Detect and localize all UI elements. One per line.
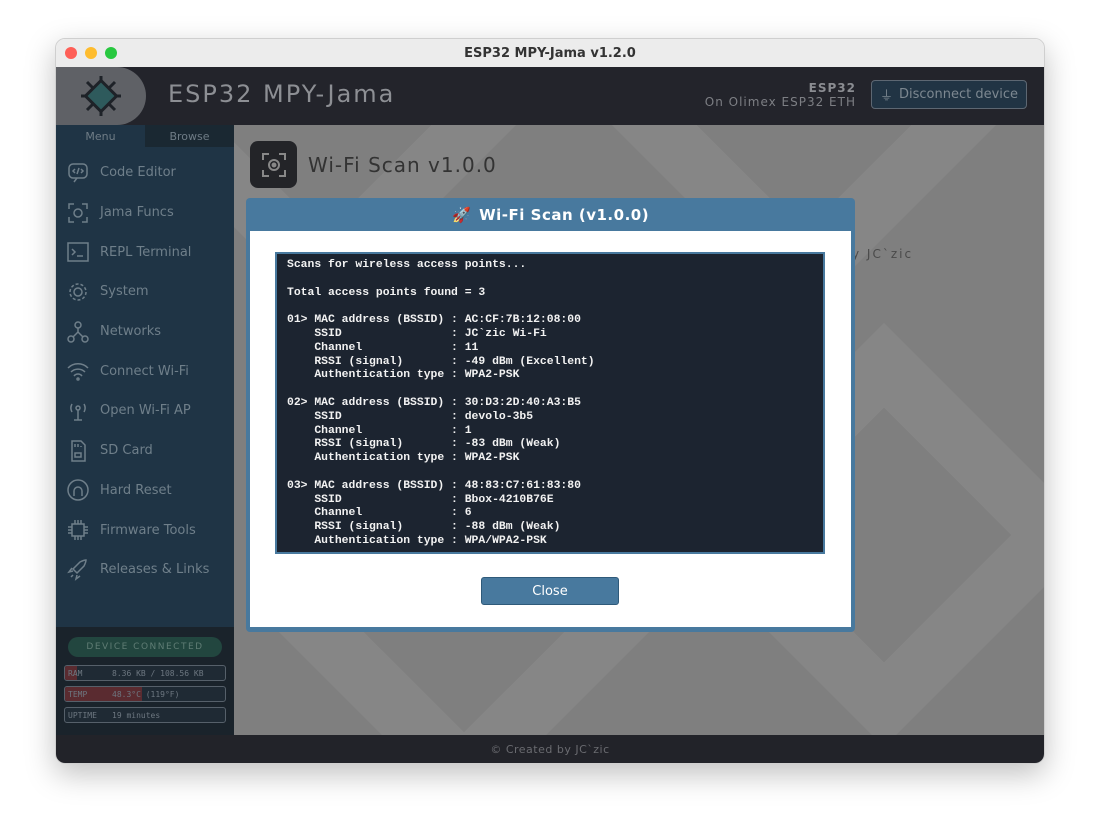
terminal-icon xyxy=(67,242,89,262)
sidebar-item-connect-wi-fi[interactable]: Connect Wi-Fi xyxy=(56,351,234,391)
app-title: ESP32 MPY-Jama xyxy=(168,80,396,108)
sidebar-item-label: Releases & Links xyxy=(100,562,210,578)
wifi-icon xyxy=(67,363,89,382)
usb-plug-icon: ⏚ xyxy=(879,89,893,104)
sidebar-item-system[interactable]: System xyxy=(56,272,234,312)
sidebar: Menu Browse Code Editor Jama Funcs REPL Ter… xyxy=(56,125,234,735)
rocket-icon: 🚀 xyxy=(451,205,472,224)
sidebar-item-repl-terminal[interactable]: REPL Terminal xyxy=(56,232,234,272)
sidebar-item-sd-card[interactable]: SD Card xyxy=(56,431,234,471)
sidebar-item-label: SD Card xyxy=(100,443,153,459)
target-icon xyxy=(250,141,297,188)
device-info: ESP32 On Olimex ESP32 ETH xyxy=(704,81,856,109)
sidebar-item-label: Open Wi-Fi AP xyxy=(100,403,191,419)
uptime-bar: UPTIME 19 minutes xyxy=(64,707,226,723)
power-icon xyxy=(67,479,89,502)
code-icon xyxy=(68,163,88,183)
sidebar-item-label: Firmware Tools xyxy=(100,522,196,538)
sidebar-item-label: Hard Reset xyxy=(100,482,172,498)
wifi-scan-dialog: 🚀 Wi-Fi Scan (v1.0.0) Scans for wireless … xyxy=(246,198,855,632)
sd-card-icon xyxy=(71,439,86,462)
minimize-window-button[interactable] xyxy=(85,47,97,59)
sidebar-item-networks[interactable]: Networks xyxy=(56,312,234,352)
tab-browse[interactable]: Browse xyxy=(145,125,234,147)
sidebar-item-releases-links[interactable]: Releases & Links xyxy=(56,550,234,590)
sidebar-item-jama-funcs[interactable]: Jama Funcs xyxy=(56,193,234,233)
scan-output: Scans for wireless access points... Tota… xyxy=(275,252,825,554)
gear-icon xyxy=(69,283,87,301)
zoom-window-button[interactable] xyxy=(105,47,117,59)
dialog-title: Wi-Fi Scan (v1.0.0) xyxy=(479,205,650,224)
close-window-button[interactable] xyxy=(65,47,77,59)
page-title: Wi-Fi Scan v1.0.0 xyxy=(308,153,497,177)
sidebar-item-hard-reset[interactable]: Hard Reset xyxy=(56,471,234,511)
target-icon xyxy=(68,202,88,223)
device-connected-badge: DEVICE CONNECTED xyxy=(68,637,222,657)
device-status-panel: DEVICE CONNECTED RAM 8.36 KB / 108.56 KB … xyxy=(56,627,234,735)
network-icon xyxy=(67,320,89,343)
disconnect-device-button[interactable]: ⏚ Disconnect device xyxy=(871,80,1027,109)
sidebar-item-firmware-tools[interactable]: Firmware Tools xyxy=(56,510,234,550)
title-bar: ESP32 MPY-Jama v1.2.0 xyxy=(56,39,1044,67)
ram-usage-bar: RAM 8.36 KB / 108.56 KB xyxy=(64,665,226,681)
sidebar-item-label: Networks xyxy=(100,324,162,340)
app-header: ESP32 MPY-Jama ESP32 On Olimex ESP32 ETH … xyxy=(56,67,1044,125)
sidebar-item-open-wi-fi-ap[interactable]: Open Wi-Fi AP xyxy=(56,391,234,431)
window-title: ESP32 MPY-Jama v1.2.0 xyxy=(464,45,636,61)
tab-menu[interactable]: Menu xyxy=(56,125,145,147)
sidebar-item-label: Jama Funcs xyxy=(100,205,174,221)
footer: © Created by JC`zic xyxy=(56,735,1044,763)
sidebar-item-label: Connect Wi-Fi xyxy=(100,363,189,379)
sidebar-item-label: REPL Terminal xyxy=(100,244,192,260)
close-button[interactable]: Close xyxy=(481,577,619,605)
antenna-icon xyxy=(70,403,86,421)
rocket-icon xyxy=(67,558,87,581)
sidebar-item-label: System xyxy=(100,284,149,300)
sidebar-item-label: Code Editor xyxy=(100,165,176,181)
sidebar-item-code-editor[interactable]: Code Editor xyxy=(56,153,234,193)
temperature-bar: TEMP 48.3°C (119°F) xyxy=(64,686,226,702)
sidebar-menu: Code Editor Jama Funcs REPL Terminal System… xyxy=(56,147,234,627)
author-text: y JC`zic xyxy=(852,247,914,261)
app-logo-icon xyxy=(56,67,146,125)
chip-icon xyxy=(68,520,88,541)
